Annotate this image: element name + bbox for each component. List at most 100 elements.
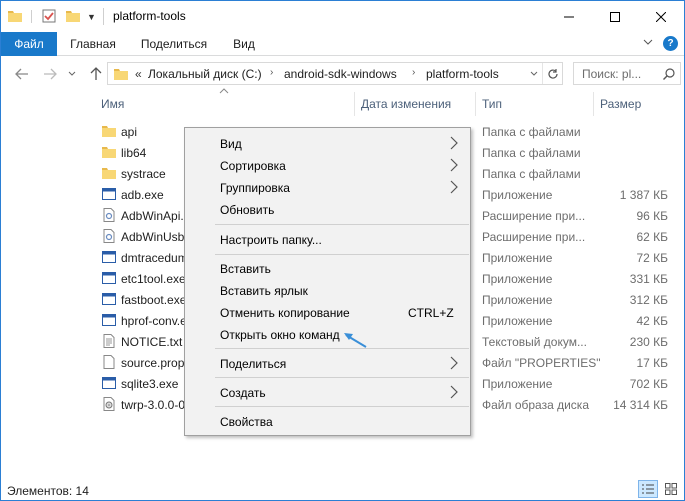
chevron-right-icon[interactable]: › bbox=[412, 67, 415, 78]
menu-item-refresh[interactable]: Обновить bbox=[187, 198, 468, 220]
recent-locations-button[interactable] bbox=[67, 65, 77, 83]
maximize-button[interactable] bbox=[592, 1, 638, 32]
menu-item-label: Вид bbox=[220, 137, 242, 151]
navigation-bar: « › Локальный диск (C:) › android-sdk-wi… bbox=[1, 56, 684, 91]
tab-share[interactable]: Поделиться bbox=[131, 32, 217, 56]
file-name: twrp-3.0.0-0.img bbox=[121, 398, 185, 412]
column-headers: Имя Дата изменения Тип Размер bbox=[1, 88, 684, 117]
file-size: 702 КБ bbox=[629, 377, 668, 391]
title-separator bbox=[103, 8, 104, 25]
chevron-down-icon[interactable] bbox=[643, 38, 653, 46]
file-type: Приложение bbox=[482, 293, 553, 307]
up-button[interactable] bbox=[87, 65, 105, 83]
toolbar-separator bbox=[31, 10, 32, 23]
file-type: Папка с файлами bbox=[482, 146, 581, 160]
menu-item-label: Свойства bbox=[220, 415, 273, 429]
file-name: adb.exe bbox=[121, 188, 164, 202]
search-icon[interactable] bbox=[662, 67, 676, 81]
new-folder-icon[interactable] bbox=[65, 8, 81, 24]
column-header-name[interactable]: Имя bbox=[101, 97, 124, 111]
menu-item-shortcut: CTRL+Z bbox=[408, 306, 454, 320]
dll-icon bbox=[103, 208, 115, 222]
forward-button[interactable] bbox=[41, 65, 59, 83]
tab-view[interactable]: Вид bbox=[223, 32, 265, 56]
large-icons-view-button[interactable] bbox=[661, 480, 681, 498]
close-button[interactable] bbox=[638, 1, 684, 32]
file-size: 96 КБ bbox=[636, 209, 668, 223]
file-name: lib64 bbox=[121, 146, 147, 160]
file-type: Приложение bbox=[482, 377, 553, 391]
menu-item-open-command-window[interactable]: Открыть окно команд bbox=[187, 323, 468, 345]
menu-item-paste[interactable]: Вставить bbox=[187, 257, 468, 279]
file-name: NOTICE.txt bbox=[121, 335, 183, 349]
file-size: 331 КБ bbox=[629, 272, 668, 286]
file-type: Приложение bbox=[482, 251, 553, 265]
explorer-window: ▼ platform-tools Файл Главная Поделиться… bbox=[0, 0, 685, 501]
menu-item-label: Вставить bbox=[220, 262, 271, 276]
breadcrumb-platform-tools[interactable]: platform-tools bbox=[426, 67, 499, 81]
refresh-button[interactable] bbox=[542, 63, 562, 84]
refresh-icon bbox=[547, 68, 558, 79]
folder-icon bbox=[102, 147, 116, 158]
address-dropdown-button[interactable] bbox=[526, 65, 542, 82]
menu-item-properties[interactable]: Свойства bbox=[187, 410, 468, 432]
annotation-arrow-icon bbox=[344, 333, 367, 348]
menu-item-paste-shortcut[interactable]: Вставить ярлык bbox=[187, 279, 468, 301]
column-divider[interactable] bbox=[593, 92, 594, 116]
minimize-button[interactable] bbox=[546, 1, 592, 32]
menu-item-group[interactable]: Группировка bbox=[187, 176, 468, 198]
file-type: Папка с файлами bbox=[482, 125, 581, 139]
menu-item-new[interactable]: Создать bbox=[187, 381, 468, 403]
text-file-icon bbox=[103, 334, 115, 348]
menu-item-share[interactable]: Поделиться bbox=[187, 352, 468, 374]
chevron-right-icon[interactable]: › bbox=[270, 67, 273, 78]
dll-icon bbox=[103, 229, 115, 243]
folder-icon bbox=[102, 126, 116, 137]
menu-item-view[interactable]: Вид bbox=[187, 132, 468, 154]
breadcrumb-local-disk[interactable]: Локальный диск (C:) bbox=[148, 67, 262, 81]
search-input[interactable]: Поиск: pl... bbox=[573, 62, 681, 85]
tab-home[interactable]: Главная bbox=[61, 32, 125, 56]
address-overflow[interactable]: « bbox=[135, 67, 142, 81]
help-icon[interactable]: ? bbox=[663, 36, 678, 51]
address-bar[interactable]: « › Локальный диск (C:) › android-sdk-wi… bbox=[107, 62, 563, 85]
large-icons-view-icon bbox=[665, 483, 677, 495]
column-header-size[interactable]: Размер bbox=[600, 97, 641, 111]
column-divider[interactable] bbox=[354, 92, 355, 116]
column-header-type[interactable]: Тип bbox=[482, 97, 502, 111]
folder-icon[interactable] bbox=[7, 8, 23, 24]
sort-ascending-icon bbox=[219, 88, 229, 94]
file-type: Приложение bbox=[482, 188, 553, 202]
file-size: 42 КБ bbox=[636, 314, 668, 328]
status-bar: Элементов: 14 bbox=[1, 478, 684, 500]
file-name: fastboot.exe bbox=[121, 293, 185, 307]
menu-item-customize-folder[interactable]: Настроить папку... bbox=[187, 228, 468, 250]
menu-item-undo-copy[interactable]: Отменить копирование CTRL+Z bbox=[187, 301, 468, 323]
file-size: 17 КБ bbox=[636, 356, 668, 370]
ribbon-tabs: Файл Главная Поделиться Вид ? bbox=[1, 32, 684, 56]
chevron-right-icon bbox=[450, 385, 458, 399]
breadcrumb-android-sdk[interactable]: android-sdk-windows bbox=[284, 67, 397, 81]
properties-icon[interactable] bbox=[41, 8, 57, 24]
quick-access-dropdown-icon[interactable]: ▼ bbox=[87, 12, 96, 22]
maximize-icon bbox=[610, 11, 620, 22]
chevron-right-icon bbox=[450, 136, 458, 150]
column-header-date[interactable]: Дата изменения bbox=[361, 97, 451, 111]
tab-file[interactable]: Файл bbox=[1, 32, 57, 56]
menu-item-label: Открыть окно команд bbox=[220, 328, 340, 342]
menu-item-label: Настроить папку... bbox=[220, 233, 322, 247]
menu-item-label: Группировка bbox=[220, 181, 290, 195]
file-size: 230 КБ bbox=[629, 335, 668, 349]
details-view-button[interactable] bbox=[638, 480, 658, 498]
back-button[interactable] bbox=[13, 65, 31, 83]
arrow-left-icon bbox=[15, 68, 28, 80]
chevron-down-icon bbox=[530, 71, 538, 76]
menu-item-label: Вставить ярлык bbox=[220, 284, 308, 298]
column-divider[interactable] bbox=[475, 92, 476, 116]
menu-item-sort[interactable]: Сортировка bbox=[187, 154, 468, 176]
minimize-icon bbox=[564, 16, 574, 17]
file-type: Приложение bbox=[482, 272, 553, 286]
menu-item-label: Создать bbox=[220, 386, 266, 400]
file-name: source.properties bbox=[121, 356, 185, 370]
menu-separator bbox=[215, 224, 469, 225]
